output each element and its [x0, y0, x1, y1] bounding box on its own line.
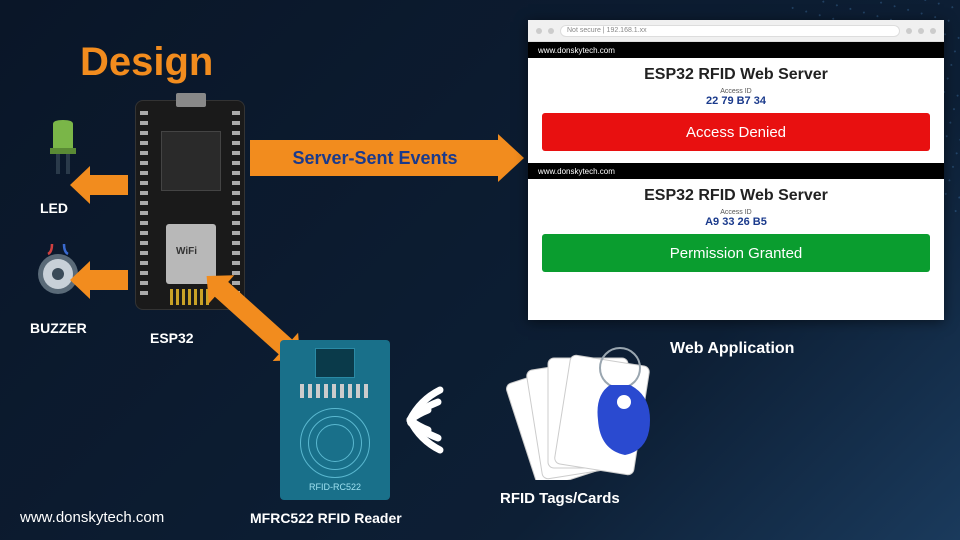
denied-status: Access Denied: [542, 113, 930, 151]
reader-label: MFRC522 RFID Reader: [250, 510, 402, 526]
tags-label: RFID Tags/Cards: [500, 490, 620, 507]
site-header: www.donskytech.com: [528, 42, 944, 58]
arrow-sse-icon: Server-Sent Events: [250, 140, 500, 176]
access-id-label: Access ID: [542, 88, 930, 95]
rfid-reader-board: RFID-RC522: [280, 340, 390, 500]
address-bar: Not secure | 192.168.1.xx: [560, 25, 900, 37]
denied-access-id: 22 79 B7 34: [542, 95, 930, 107]
webapp-label: Web Application: [670, 340, 794, 358]
arrow-to-buzzer-icon: [88, 270, 128, 290]
granted-access-id: A9 33 26 B5: [542, 216, 930, 228]
web-application-window: Not secure | 192.168.1.xx www.donskytech…: [528, 20, 944, 320]
access-id-label-2: Access ID: [542, 209, 930, 216]
buzzer-label: BUZZER: [30, 320, 87, 336]
rfid-tags-icon: [490, 340, 670, 485]
rf-waves-icon: [400, 380, 470, 465]
server-title-2: ESP32 RFID Web Server: [542, 187, 930, 205]
reader-board-text: RFID-RC522: [309, 482, 361, 492]
denied-panel: ESP32 RFID Web Server Access ID 22 79 B7…: [528, 58, 944, 163]
granted-panel: ESP32 RFID Web Server Access ID A9 33 26…: [528, 179, 944, 284]
granted-status: Permission Granted: [542, 234, 930, 272]
arrow-to-led-icon: [88, 175, 128, 195]
server-title: ESP32 RFID Web Server: [542, 66, 930, 84]
slide-title: Design: [80, 40, 213, 85]
led-label: LED: [40, 200, 68, 216]
sse-label: Server-Sent Events: [292, 148, 457, 169]
site-header-2: www.donskytech.com: [528, 163, 944, 179]
esp32-label: ESP32: [150, 330, 194, 346]
browser-chrome: Not secure | 192.168.1.xx: [528, 20, 944, 42]
footer-url: www.donskytech.com: [20, 509, 164, 526]
